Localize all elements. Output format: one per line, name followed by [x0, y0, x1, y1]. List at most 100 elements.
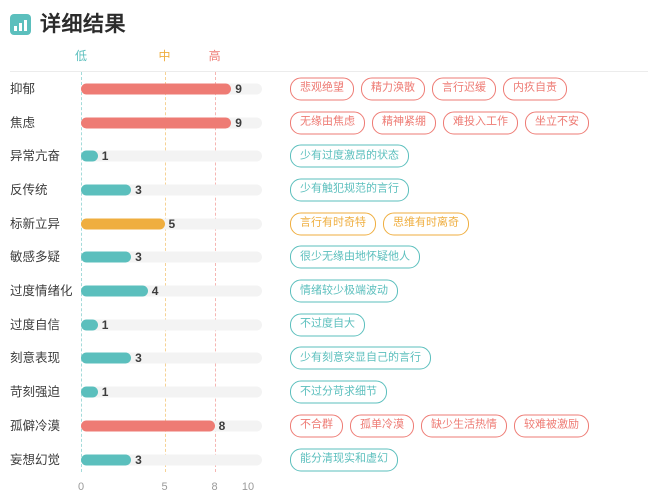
- bar-value: 5: [168, 216, 176, 231]
- bar-fill: [81, 319, 98, 331]
- result-row[interactable]: 苛刻强迫 1 不过分苛求细节: [0, 375, 663, 409]
- bar-track: [81, 454, 262, 466]
- tag-list: 很少无缘由地怀疑他人: [290, 245, 420, 269]
- tag-pill[interactable]: 不过分苛求细节: [290, 380, 387, 404]
- bar-track: [81, 420, 262, 432]
- tag-pill[interactable]: 精神紧绷: [372, 111, 436, 135]
- bar-fill: [81, 218, 165, 230]
- tag-pill[interactable]: 悲观绝望: [290, 77, 354, 101]
- tag-pill[interactable]: 少有触犯规范的言行: [290, 178, 409, 202]
- tag-pill[interactable]: 较难被激励: [514, 414, 589, 438]
- tag-list: 少有触犯规范的言行: [290, 178, 409, 202]
- bar-fill: [81, 251, 132, 263]
- bar-fill: [81, 184, 132, 196]
- row-label: 反传统: [10, 182, 48, 197]
- x-axis-tick: 10: [241, 481, 255, 493]
- tag-list: 能分清现实和虚幻: [290, 448, 398, 472]
- result-row[interactable]: 异常亢奋 1 少有过度激昂的状态: [0, 139, 663, 173]
- page-header: 详细结果: [0, 0, 663, 38]
- tag-pill[interactable]: 缺少生活热情: [421, 414, 507, 438]
- tag-pill[interactable]: 不过度自大: [290, 313, 365, 337]
- bar-track: [81, 285, 262, 297]
- bar-value: 4: [151, 284, 159, 299]
- row-label: 抑郁: [10, 81, 36, 96]
- bar-track: [81, 184, 262, 196]
- tag-list: 情绪较少极端波动: [290, 279, 398, 303]
- tag-pill[interactable]: 思维有时离奇: [383, 212, 469, 236]
- result-row[interactable]: 反传统 3 少有触犯规范的言行: [0, 173, 663, 207]
- scale-label-low: 低: [74, 49, 88, 63]
- tag-pill[interactable]: 不合群: [290, 414, 343, 438]
- bar-fill: [81, 386, 98, 398]
- tag-pill[interactable]: 能分清现实和虚幻: [290, 448, 398, 472]
- scale-legend: 低中高: [0, 44, 663, 70]
- bar-fill: [81, 420, 215, 432]
- tag-list: 悲观绝望 精力涣散 言行迟缓 内疚自责: [290, 77, 567, 101]
- tag-list: 言行有时奇特 思维有时离奇: [290, 212, 469, 236]
- x-axis-tick: 0: [77, 481, 85, 493]
- row-label: 标新立异: [10, 216, 61, 231]
- tag-pill[interactable]: 言行迟缓: [432, 77, 496, 101]
- x-axis-tick: 8: [211, 481, 218, 493]
- bar-track: [81, 251, 262, 263]
- tag-list: 少有刻意突显自己的言行: [290, 346, 431, 370]
- bar-fill: [81, 83, 232, 95]
- tag-pill[interactable]: 少有过度激昂的状态: [290, 144, 409, 168]
- page-title: 详细结果: [40, 12, 126, 36]
- row-label: 过度自信: [10, 317, 61, 332]
- tag-pill[interactable]: 精力涣散: [361, 77, 425, 101]
- tag-list: 无缘由焦虑 精神紧绷 难投入工作 坐立不安: [290, 111, 589, 135]
- bar-value: 3: [135, 351, 142, 366]
- x-axis-tick: 5: [161, 481, 168, 493]
- tag-pill[interactable]: 很少无缘由地怀疑他人: [290, 245, 420, 269]
- tag-list: 不过度自大: [290, 313, 365, 337]
- bar-value: 1: [101, 317, 109, 332]
- bar-value: 1: [101, 149, 109, 164]
- row-label: 苛刻强迫: [10, 384, 61, 399]
- result-row-list: 抑郁 9 悲观绝望 精力涣散 言行迟缓 内疚自责焦虑 9 无缘由焦虑 精神紧绷 难投入工作 坐立不安…: [0, 72, 663, 476]
- result-row[interactable]: 刻意表现 3 少有刻意突显自己的言行: [0, 342, 663, 376]
- bar-value: 1: [101, 385, 109, 400]
- bar-value: 3: [135, 250, 142, 265]
- bar-value: 9: [235, 81, 242, 96]
- result-row[interactable]: 妄想幻觉 3 能分清现实和虚幻: [0, 443, 663, 477]
- result-row[interactable]: 标新立异 5 言行有时奇特 思维有时离奇: [0, 207, 663, 241]
- bar-value: 9: [235, 115, 242, 130]
- row-label: 孤僻冷漠: [10, 418, 61, 433]
- tag-list: 不过分苛求细节: [290, 380, 387, 404]
- bar-value: 3: [135, 452, 142, 467]
- row-label: 妄想幻觉: [10, 452, 61, 467]
- tag-pill[interactable]: 孤单冷漠: [350, 414, 414, 438]
- row-label: 刻意表现: [10, 351, 61, 366]
- bar-value: 3: [135, 182, 142, 197]
- result-row[interactable]: 焦虑 9 无缘由焦虑 精神紧绷 难投入工作 坐立不安: [0, 106, 663, 140]
- result-row[interactable]: 过度情绪化 4 情绪较少极端波动: [0, 274, 663, 308]
- detailed-results-chart: 低 中 高 抑郁 9 悲观绝望 精力涣散 言行迟缓 内疚自责焦虑 9 无缘由焦虑 精神紧绷 难投入工作…: [0, 44, 663, 500]
- tag-pill[interactable]: 少有刻意突显自己的言行: [290, 346, 431, 370]
- row-label: 过度情绪化: [10, 283, 73, 298]
- result-row[interactable]: 过度自信 1 不过度自大: [0, 308, 663, 342]
- bar-fill: [81, 352, 132, 364]
- scale-label-high: 高: [208, 49, 221, 63]
- tag-pill[interactable]: 言行有时奇特: [290, 212, 376, 236]
- tag-pill[interactable]: 情绪较少极端波动: [290, 279, 398, 303]
- tag-list: 不合群 孤单冷漠 缺少生活热情 较难被激励: [290, 414, 589, 438]
- bar-fill: [81, 150, 98, 162]
- result-row[interactable]: 抑郁 9 悲观绝望 精力涣散 言行迟缓 内疚自责: [0, 72, 663, 106]
- tag-pill[interactable]: 难投入工作: [443, 111, 518, 135]
- x-axis: 0 5 8 10: [0, 476, 663, 500]
- bar-value: 8: [218, 418, 226, 433]
- row-label: 焦虑: [10, 115, 36, 130]
- tag-list: 少有过度激昂的状态: [290, 144, 409, 168]
- bar-fill: [81, 454, 132, 466]
- tag-pill[interactable]: 坐立不安: [525, 111, 589, 135]
- tag-pill[interactable]: 无缘由焦虑: [290, 111, 365, 135]
- bar-fill: [81, 285, 148, 297]
- bar-fill: [81, 117, 232, 129]
- bar-chart-icon: [10, 13, 31, 35]
- result-row[interactable]: 敏感多疑 3 很少无缘由地怀疑他人: [0, 241, 663, 275]
- scale-label-medium: 中: [158, 49, 171, 63]
- tag-pill[interactable]: 内疚自责: [503, 77, 567, 101]
- result-row[interactable]: 孤僻冷漠 8 不合群 孤单冷漠 缺少生活热情 较难被激励: [0, 409, 663, 443]
- bar-track: [81, 352, 262, 364]
